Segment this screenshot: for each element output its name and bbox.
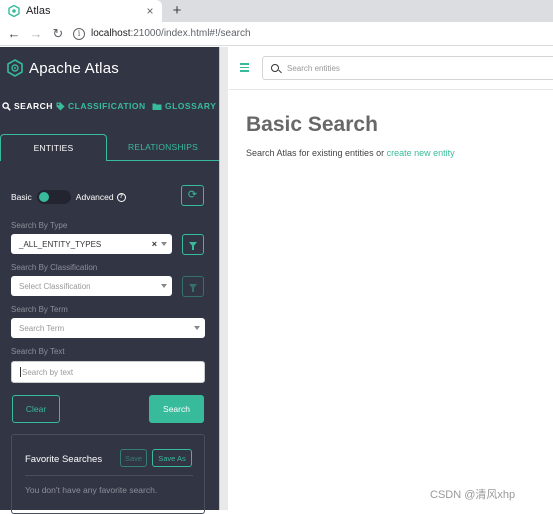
text-input-placeholder: Search by text	[22, 367, 74, 377]
term-placeholder: Search Term	[19, 323, 65, 333]
main-topbar: Search entities	[229, 47, 553, 90]
clear-selection-icon[interactable]: ×	[152, 239, 157, 249]
nav-tab-label: CLASSIFICATION	[68, 101, 146, 111]
search-icon	[2, 101, 11, 111]
classification-label: Search By Classification	[11, 263, 98, 272]
nav-tab-label: GLOSSARY	[165, 101, 217, 111]
address-bar[interactable]: i localhost:21000/index.html#!/search	[73, 27, 251, 40]
browser-toolbar: ← → ↻ i localhost:21000/index.html#!/sea…	[0, 22, 553, 46]
classification-select[interactable]: Select Classification	[11, 276, 172, 296]
sidebar-resize-handle[interactable]	[219, 47, 228, 510]
advanced-label: Advanced	[75, 192, 114, 202]
classification-placeholder: Select Classification	[19, 281, 91, 291]
search-text-input[interactable]: Search by text	[11, 361, 205, 383]
switch-knob	[38, 192, 49, 202]
save-as-favorite-button[interactable]: Save As	[152, 449, 192, 467]
nav-tab-label: SEARCH	[14, 101, 53, 111]
term-label: Search By Term	[11, 305, 68, 314]
chevron-down-icon	[194, 326, 200, 330]
tab-close-icon[interactable]: ×	[142, 4, 158, 18]
type-label: Search By Type	[11, 221, 68, 230]
browser-tab[interactable]: Atlas ×	[0, 0, 162, 22]
url-path: :21000/index.html#!/search	[130, 28, 251, 39]
favorite-searches-panel: Favorite Searches Save Save As You don't…	[11, 434, 205, 514]
basic-advanced-switch[interactable]	[36, 190, 71, 204]
clear-button[interactable]: Clear	[12, 395, 60, 423]
question-circle-icon[interactable]: ?	[116, 192, 126, 202]
chevron-down-icon	[161, 284, 167, 288]
nav-tab-glossary[interactable]: GLOSSARY	[152, 95, 216, 117]
favorites-empty-message: You don't have any favorite search.	[25, 485, 158, 495]
basic-label: Basic	[11, 192, 32, 202]
url-host: localhost	[91, 28, 131, 39]
filter-icon	[189, 242, 197, 250]
atlas-logo-icon	[7, 59, 23, 77]
sidebar: Apache Atlas SEARCH CLASSIFICATION GLOSS…	[0, 47, 219, 514]
tab-strip: Atlas × +	[0, 0, 553, 22]
tab-entities[interactable]: ENTITIES	[0, 134, 107, 161]
back-arrow-icon[interactable]: ←	[3, 26, 25, 41]
refresh-button[interactable]: ⟳	[181, 185, 204, 206]
chevron-down-icon	[161, 242, 167, 246]
type-select-value: _ALL_ENTITY_TYPES	[19, 239, 102, 249]
favorite-searches-title: Favorite Searches	[25, 454, 103, 465]
create-entity-link[interactable]: create new entity	[387, 148, 455, 158]
text-label: Search By Text	[11, 347, 65, 356]
type-filter-button[interactable]	[182, 234, 204, 255]
forward-arrow-icon[interactable]: →	[25, 26, 47, 41]
tag-icon	[56, 102, 65, 110]
menu-toggle-icon[interactable]	[240, 63, 249, 72]
nav-tab-classification[interactable]: CLASSIFICATION	[56, 95, 146, 117]
refresh-icon: ⟳	[187, 189, 198, 201]
page-description: Search Atlas for existing entities or cr…	[246, 148, 455, 158]
sidebar-nav: SEARCH CLASSIFICATION GLOSSARY	[0, 95, 219, 117]
browser-window: Atlas × + ← → ↻ i localhost:21000/index.…	[0, 0, 553, 514]
search-icon	[271, 64, 279, 72]
search-button[interactable]: Search	[149, 395, 204, 423]
folder-icon	[152, 103, 162, 110]
atlas-logo[interactable]: Apache Atlas	[6, 59, 119, 77]
nav-tab-search[interactable]: SEARCH	[2, 95, 53, 117]
save-favorite-button[interactable]: Save	[120, 449, 147, 467]
atlas-favicon-icon	[8, 5, 20, 17]
description-text: Search Atlas for existing entities or	[246, 148, 387, 158]
new-tab-button[interactable]: +	[168, 2, 186, 20]
search-mode-toggle-row: Basic Advanced ?	[11, 187, 206, 207]
brand-name: Apache Atlas	[29, 59, 119, 77]
url-text: localhost:21000/index.html#!/search	[91, 28, 251, 39]
search-subtabs: ENTITIES RELATIONSHIPS	[0, 134, 219, 161]
filter-icon	[189, 284, 197, 292]
page-title: Basic Search	[246, 113, 378, 136]
divider	[25, 475, 193, 476]
text-cursor	[20, 367, 21, 377]
tab-relationships[interactable]: RELATIONSHIPS	[107, 134, 219, 161]
classification-filter-button[interactable]	[182, 276, 204, 297]
type-select[interactable]: _ALL_ENTITY_TYPES ×	[11, 234, 172, 254]
tab-title: Atlas	[26, 5, 51, 17]
term-select[interactable]: Search Term	[11, 318, 205, 338]
reload-icon[interactable]: ↻	[47, 26, 69, 42]
global-search-input[interactable]: Search entities	[262, 56, 553, 80]
global-search-placeholder: Search entities	[287, 63, 340, 73]
site-info-icon[interactable]: i	[73, 27, 85, 40]
watermark-text: CSDN @清风xhp	[430, 489, 516, 501]
